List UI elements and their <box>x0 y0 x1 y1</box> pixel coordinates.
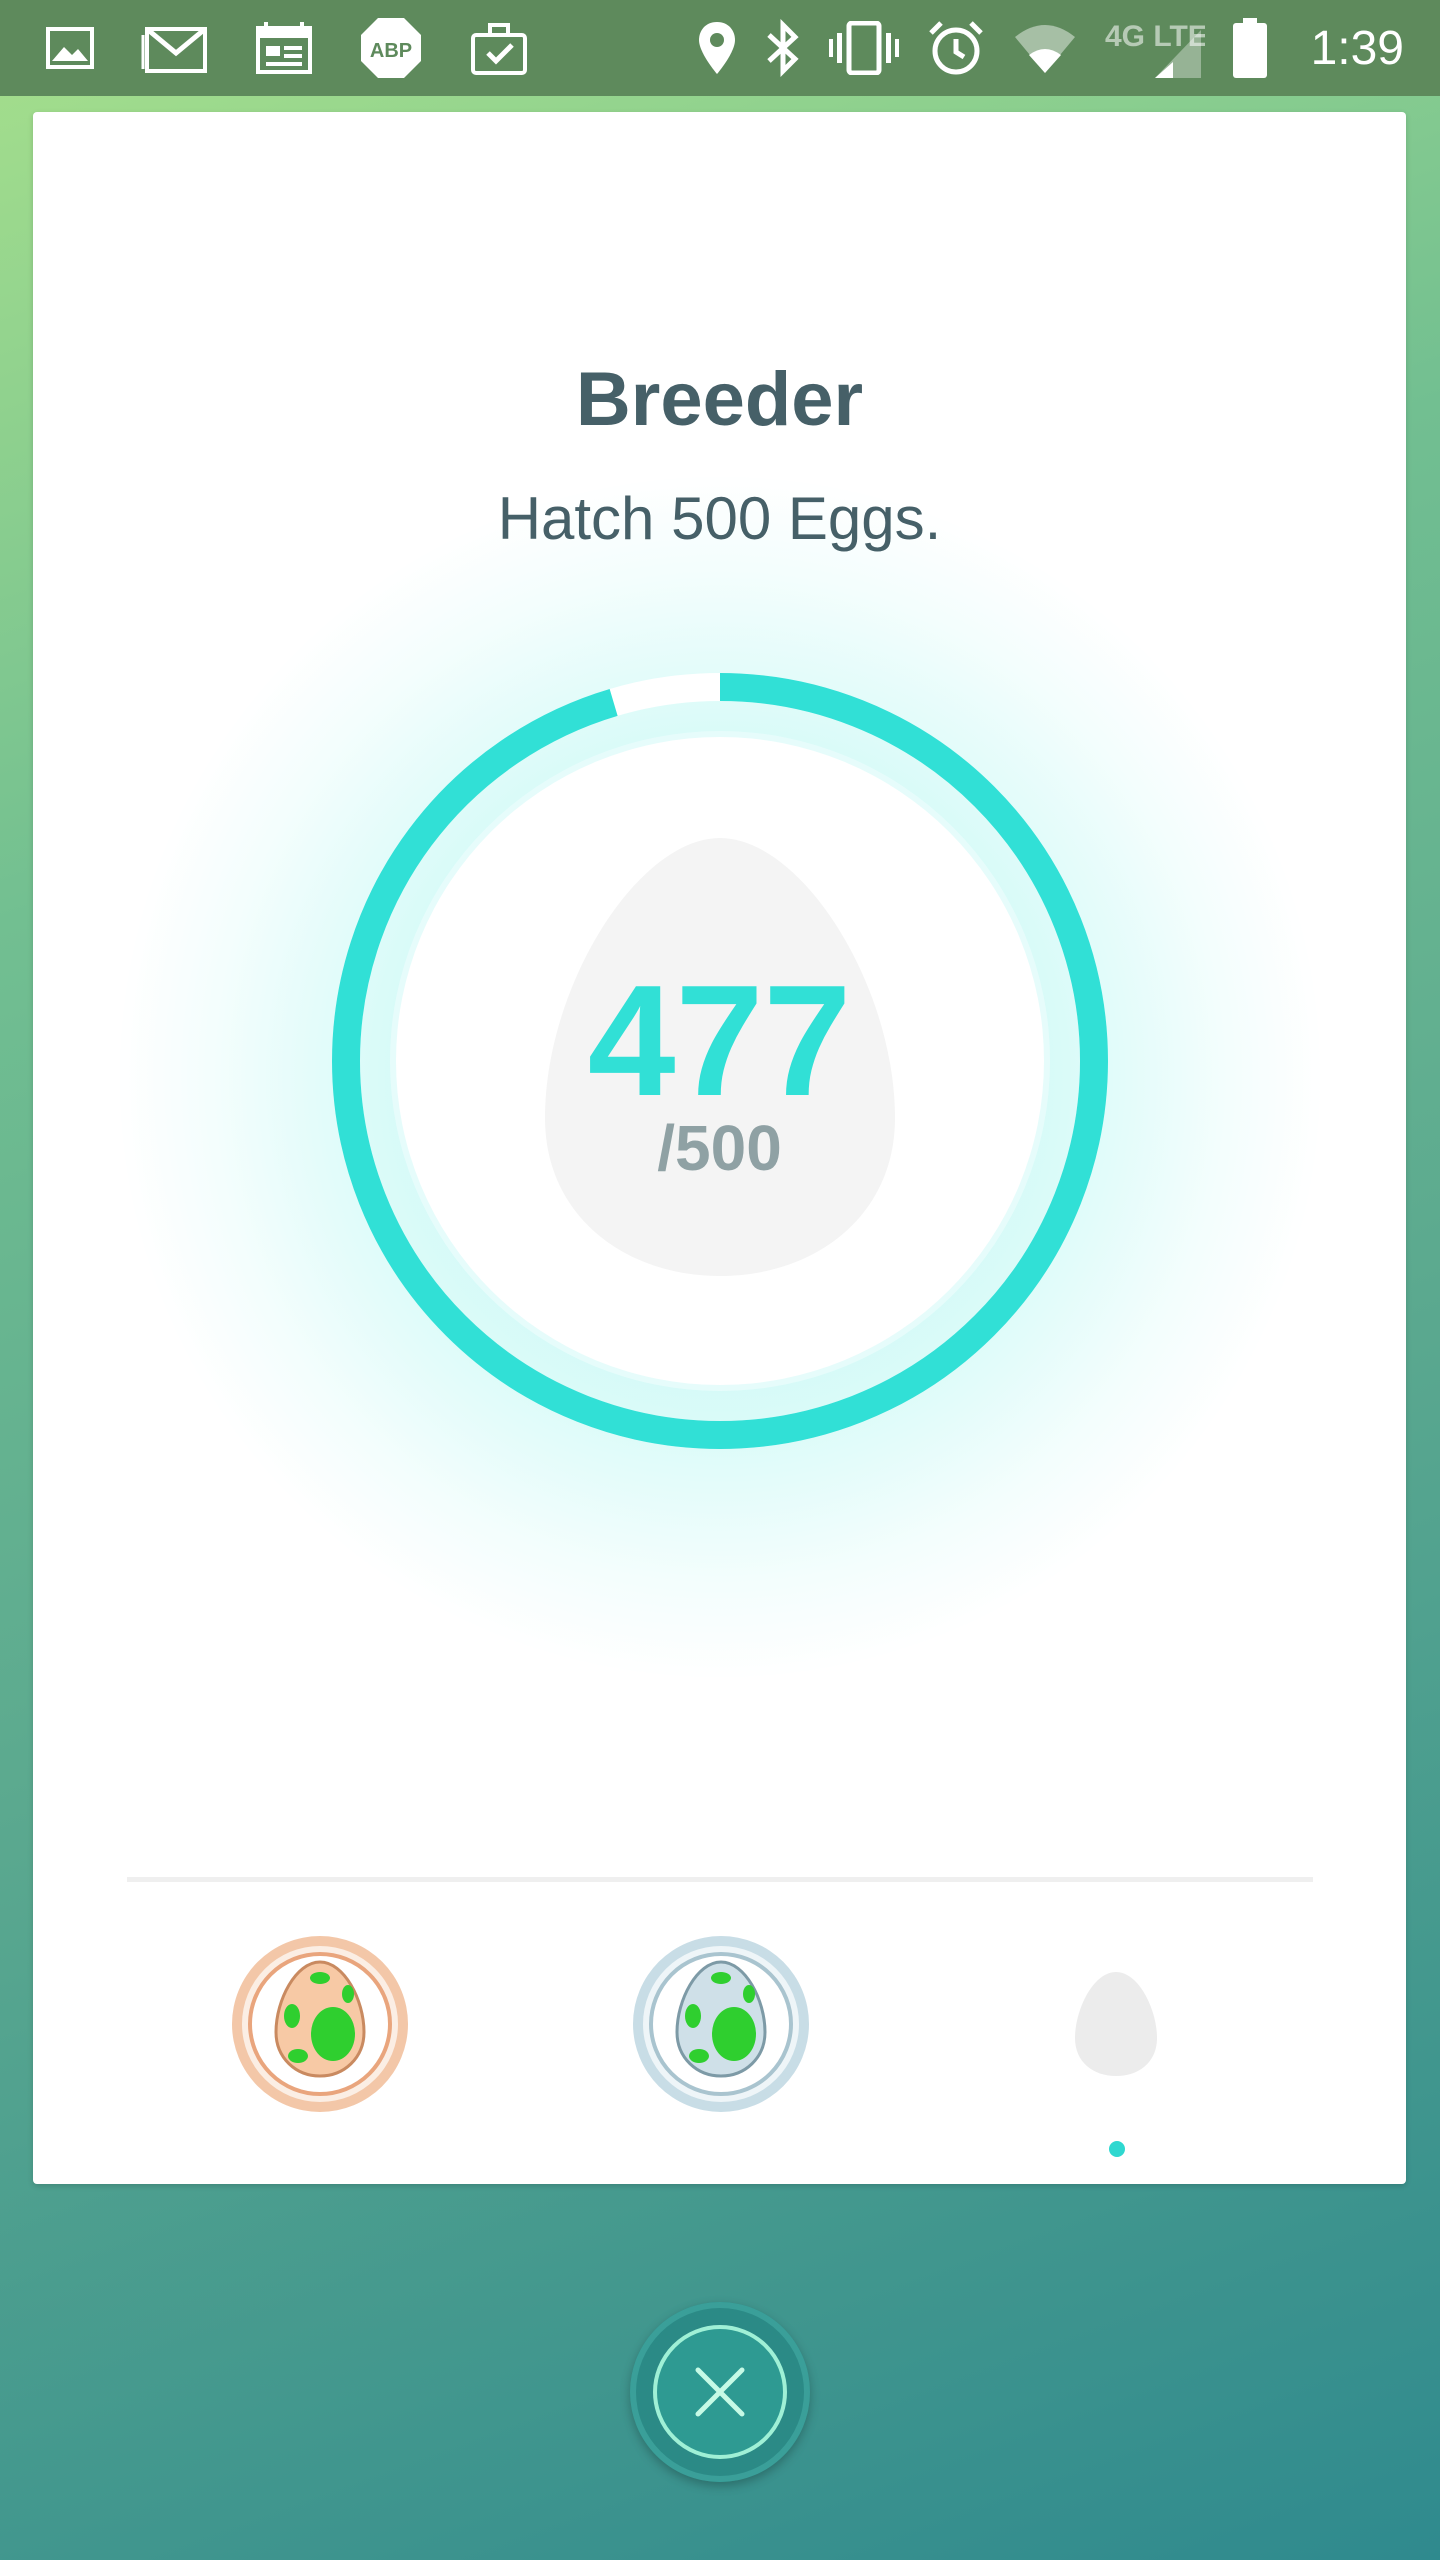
calendar-icon <box>256 0 312 96</box>
svg-text:ABP: ABP <box>370 40 412 62</box>
medal-title: Breeder <box>575 357 864 442</box>
status-time: 1:39 <box>1310 21 1404 75</box>
close-button-ring <box>653 2325 787 2459</box>
alarm-icon <box>927 0 985 96</box>
close-icon <box>695 2367 745 2417</box>
progress-count: 477 <box>587 953 852 1129</box>
adblock-icon: ABP <box>359 0 423 96</box>
bronze-medal-icon[interactable] <box>230 1934 410 2114</box>
status-bar: ABP 4G LTE 1:39 <box>0 0 1440 96</box>
system-icons: 4G LTE 1:39 <box>669 0 1404 96</box>
notification-icons: ABP <box>46 0 575 96</box>
locked-gold-medal-icon[interactable] <box>1073 1970 1159 2078</box>
battery-icon <box>1232 0 1267 96</box>
progress-total: /500 <box>657 1112 782 1184</box>
selected-tier-indicator <box>1109 2141 1125 2157</box>
tier-divider <box>127 1877 1313 1882</box>
medal-description: Hatch 500 Eggs. <box>497 485 942 552</box>
signal-icon: 4G LTE <box>1105 0 1205 96</box>
close-button[interactable] <box>630 2302 810 2482</box>
wifi-icon <box>1013 0 1077 96</box>
medal-card: Breeder Hatch 500 Eggs. 477 /500 <box>33 112 1406 2184</box>
gallery-icon <box>46 0 94 96</box>
bluetooth-icon <box>765 0 801 96</box>
location-icon <box>697 0 737 96</box>
briefcase-check-icon <box>470 0 528 96</box>
gmail-icon <box>141 0 209 96</box>
vibrate-icon <box>828 0 899 96</box>
silver-medal-icon[interactable] <box>631 1934 811 2114</box>
